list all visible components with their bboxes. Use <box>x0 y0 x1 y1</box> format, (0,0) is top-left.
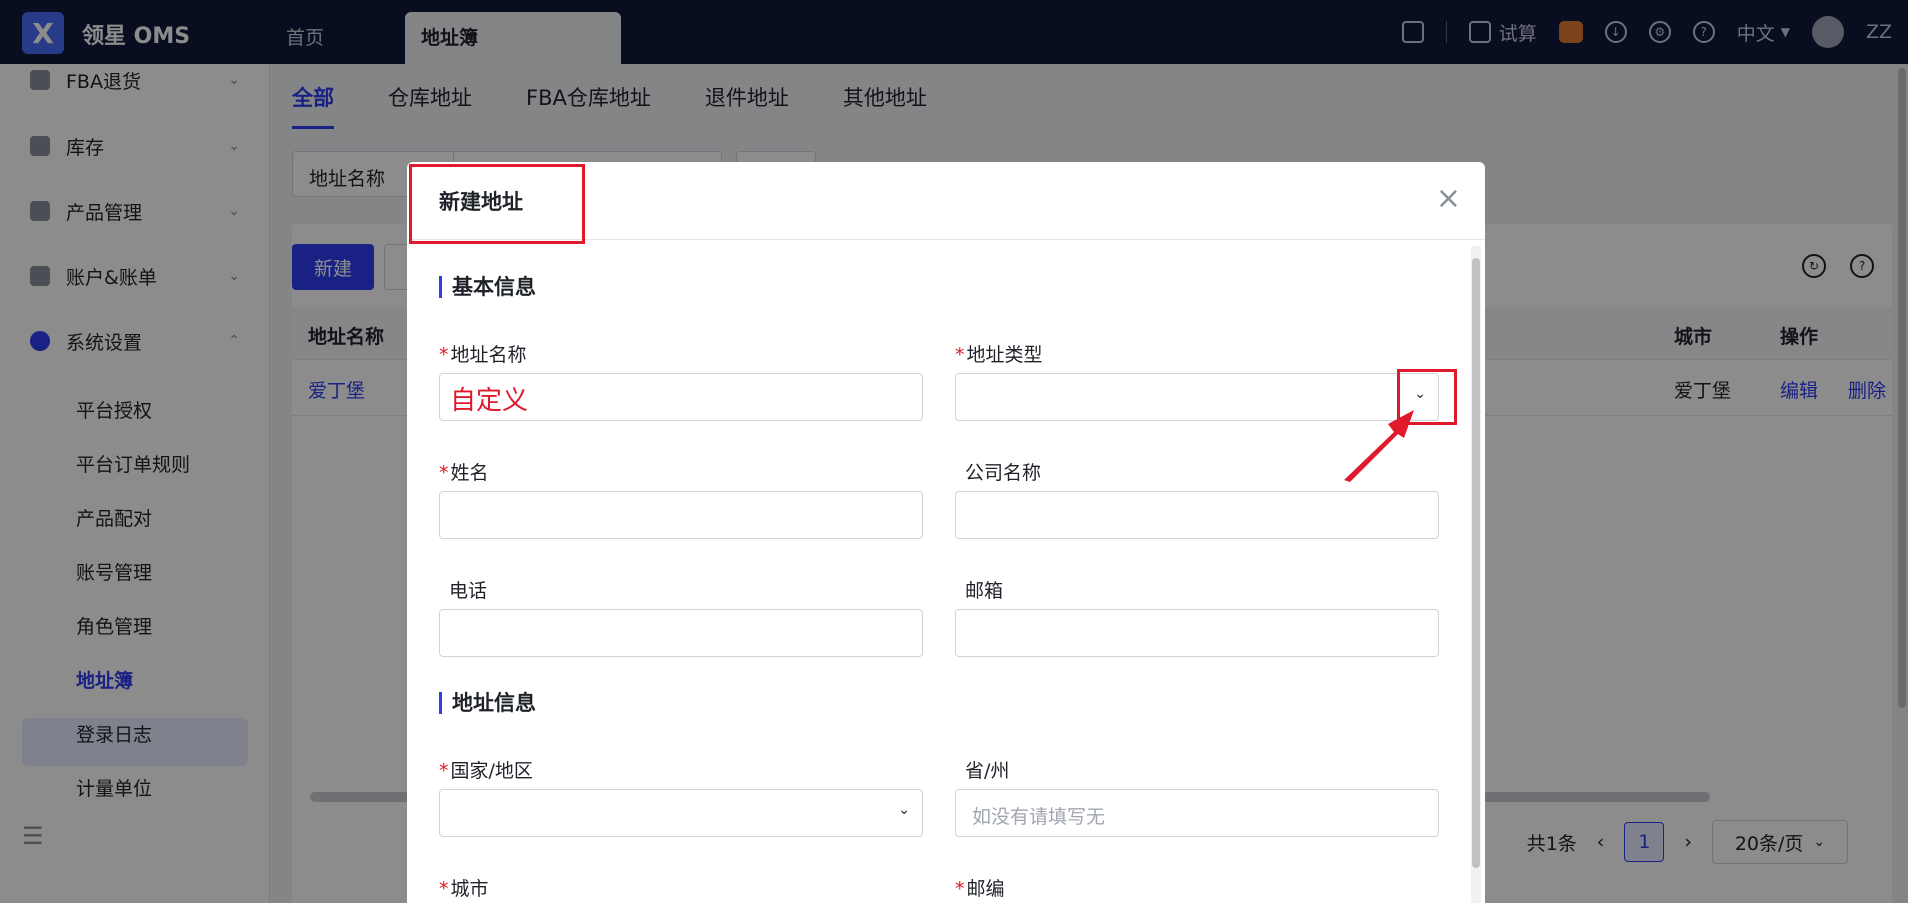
province-input[interactable]: 如没有请填写无 <box>955 789 1439 837</box>
chevron-down-icon: ⌄ <box>898 802 910 818</box>
zip-label-text: 邮编 <box>966 878 1005 900</box>
new-address-modal: 新建地址 × 基本信息 * 地址名称 自定义 * 地址类型 ⌄ * 姓名 公司名称 电… <box>407 162 1485 903</box>
close-icon[interactable]: × <box>1436 184 1461 214</box>
required-mark: * <box>439 878 449 900</box>
scrollbar-thumb[interactable] <box>1472 258 1480 868</box>
country-label-text: 国家/地区 <box>450 760 533 782</box>
address-type-label-text: 地址类型 <box>966 344 1043 366</box>
required-mark: * <box>439 760 449 782</box>
name-label-text: 姓名 <box>450 462 489 484</box>
city-label: * 城市 <box>439 874 489 901</box>
required-mark: * <box>439 344 449 366</box>
required-mark: * <box>955 878 965 900</box>
province-placeholder: 如没有请填写无 <box>972 806 1106 828</box>
email-label: 邮箱 <box>965 580 1004 602</box>
phone-label: 电话 <box>449 580 488 602</box>
city-label-text: 城市 <box>450 878 489 900</box>
email-input[interactable] <box>955 609 1439 657</box>
required-mark: * <box>439 462 449 484</box>
zip-label: * 邮编 <box>955 874 1005 901</box>
modal-scrollbar[interactable] <box>1471 246 1481 903</box>
name-label: * 姓名 <box>439 458 489 485</box>
address-name-value: 自定义 <box>450 386 529 416</box>
company-label: 公司名称 <box>965 462 1042 484</box>
modal-header: 新建地址 × <box>407 162 1485 244</box>
name-input[interactable] <box>439 491 923 539</box>
section-address-info: 地址信息 <box>439 692 536 714</box>
country-label: * 国家/地区 <box>439 756 533 783</box>
address-name-label: * 地址名称 <box>439 340 527 367</box>
address-name-label-text: 地址名称 <box>450 344 527 366</box>
address-type-label: * 地址类型 <box>955 340 1043 367</box>
annotation-arrow <box>1344 410 1414 482</box>
phone-input[interactable] <box>439 609 923 657</box>
address-name-input[interactable]: 自定义 <box>439 373 923 421</box>
section-basic-info: 基本信息 <box>439 276 536 298</box>
province-label: 省/州 <box>965 760 1010 782</box>
company-input[interactable] <box>955 491 1439 539</box>
required-mark: * <box>955 344 965 366</box>
country-select[interactable]: ⌄ <box>439 789 923 837</box>
title-annotation-box <box>409 164 585 244</box>
